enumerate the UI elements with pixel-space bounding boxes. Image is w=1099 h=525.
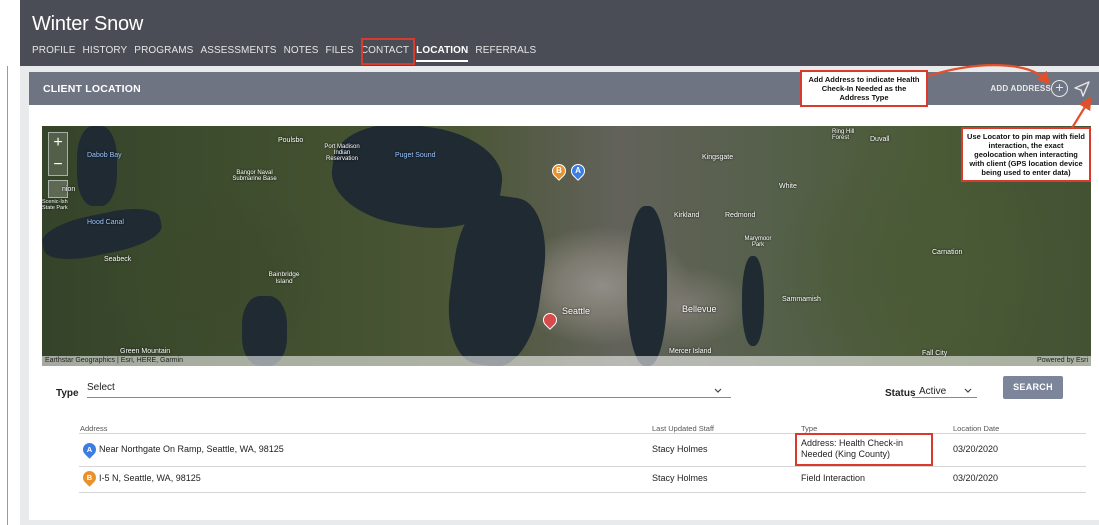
col-header-date: Location Date <box>953 424 1000 433</box>
app-root: Winter Snow PROFILE HISTORY PROGRAMS ASS… <box>0 0 1099 525</box>
map-label-poulsbo: Poulsbo <box>278 137 304 144</box>
tab-files[interactable]: FILES <box>326 45 354 62</box>
left-margin <box>0 0 20 525</box>
map-label-carnation: Carnation <box>932 249 963 256</box>
row-date: 03/20/2020 <box>953 473 999 483</box>
add-address-callout: Add Address to indicate Health Check-In … <box>800 70 928 107</box>
row-address: Near Northgate On Ramp, Seattle, WA, 981… <box>99 444 284 454</box>
water-lake-sammamish <box>742 256 764 346</box>
row-staff: Stacy Holmes <box>652 473 708 483</box>
row-date: 03/20/2020 <box>953 444 999 454</box>
panel-title: CLIENT LOCATION <box>43 83 141 95</box>
tab-bar: PROFILE HISTORY PROGRAMS ASSESSMENTS NOT… <box>32 45 543 62</box>
map-credit-left: Earthstar Geographics | Esri, HERE, Garm… <box>45 357 183 364</box>
type-select-value: Select <box>87 382 115 393</box>
chevron-down-icon <box>964 388 972 393</box>
map-label-bainbridge: Bainbridge Island <box>268 271 300 285</box>
row-staff: Stacy Holmes <box>652 444 708 454</box>
status-select[interactable]: Active <box>912 380 977 398</box>
row-type: Field Interaction <box>801 473 866 483</box>
map-label-bellevue: Bellevue <box>682 304 717 314</box>
client-header: Winter Snow PROFILE HISTORY PROGRAMS ASS… <box>20 0 1099 66</box>
map-label-marymoor: Marymoor Park <box>744 236 772 248</box>
tab-history[interactable]: HISTORY <box>83 45 128 62</box>
map-label-union: nion <box>62 186 76 193</box>
client-name: Winter Snow <box>32 13 144 35</box>
pin-letter: B <box>86 473 93 482</box>
table-divider <box>79 492 1086 493</box>
col-header-staff: Last Updated Staff <box>652 424 714 433</box>
map-label-seabeck: Seabeck <box>104 256 132 263</box>
map-label-white: White <box>779 183 797 190</box>
type-cell-highlight <box>795 433 933 466</box>
row-address: I-5 N, Seattle, WA, 98125 <box>99 473 201 483</box>
map-label-kirkland: Kirkland <box>674 212 700 219</box>
map-label-port-madison: Port Madison Indian Reservation <box>324 144 360 162</box>
tab-profile[interactable]: PROFILE <box>32 45 76 62</box>
map-label-hood-canal: Hood Canal <box>87 219 124 226</box>
add-circle-icon[interactable]: + <box>1051 80 1068 97</box>
location-tab-highlight <box>361 38 415 65</box>
zoom-in-icon[interactable]: + <box>49 133 67 155</box>
zoom-out-icon[interactable]: − <box>49 155 67 177</box>
left-border-line <box>7 66 8 525</box>
tab-programs[interactable]: PROGRAMS <box>134 45 193 62</box>
panel-header: CLIENT LOCATION ADD ADDRESS + <box>29 72 1099 105</box>
map-zoom-control: + − <box>48 132 68 176</box>
table-divider <box>79 433 1086 434</box>
map-label-mercer-island: Mercer Island <box>669 348 712 355</box>
client-location-panel: CLIENT LOCATION ADD ADDRESS + + − Dabob … <box>29 72 1099 520</box>
tab-referrals[interactable]: REFERRALS <box>475 45 536 62</box>
map-label-dabob-bay: Dabob Bay <box>87 152 122 159</box>
map-label-redmond: Redmond <box>725 212 756 219</box>
map-attribution: Earthstar Geographics | Esri, HERE, Garm… <box>42 356 1091 366</box>
water-lake-washington <box>627 206 667 366</box>
map-label-duvall: Duvall <box>870 136 890 143</box>
table-divider <box>79 466 1086 467</box>
tab-location[interactable]: LOCATION <box>416 45 469 62</box>
map-view[interactable]: + − Dabob Bay Poulsbo Port Madison India… <box>42 126 1091 366</box>
pin-marker-icon <box>540 310 560 330</box>
map-label-sammamish: Sammamish <box>782 296 821 303</box>
type-filter-label: Type <box>56 388 79 399</box>
map-label-green-mountain: Green Mountain <box>120 348 171 355</box>
map-credit-right: Powered by Esri <box>1037 357 1088 364</box>
col-header-address: Address <box>80 424 108 433</box>
map-label-kingsgate: Kingsgate <box>702 154 734 161</box>
locator-callout: Use Locator to pin map with field intera… <box>961 127 1091 182</box>
search-button[interactable]: SEARCH <box>1003 376 1063 399</box>
pin-letter: B <box>556 166 562 175</box>
tab-notes[interactable]: NOTES <box>284 45 319 62</box>
type-select[interactable]: Select <box>87 380 731 398</box>
pin-letter: A <box>575 166 581 175</box>
map-label-seattle: Seattle <box>562 306 591 316</box>
pin-letter: A <box>86 445 93 454</box>
map-label-state-park: Scenic-Ish State Park <box>42 199 68 211</box>
col-header-type: Type <box>801 424 818 433</box>
chevron-down-icon <box>714 388 722 393</box>
map-label-ring-hill: Ring Hill Forest <box>832 129 855 141</box>
status-filter-label: Status <box>885 388 916 399</box>
map-label-bangor: Bangor Naval Submarine Base <box>232 170 277 182</box>
add-address-label[interactable]: ADD ADDRESS <box>990 84 1051 93</box>
status-select-value: Active <box>919 386 947 397</box>
locator-arrow-icon[interactable] <box>1073 80 1091 98</box>
map-label-puget-sound: Puget Sound <box>395 152 436 159</box>
tab-assessments[interactable]: ASSESSMENTS <box>200 45 276 62</box>
water-dabob-bay <box>77 126 117 206</box>
